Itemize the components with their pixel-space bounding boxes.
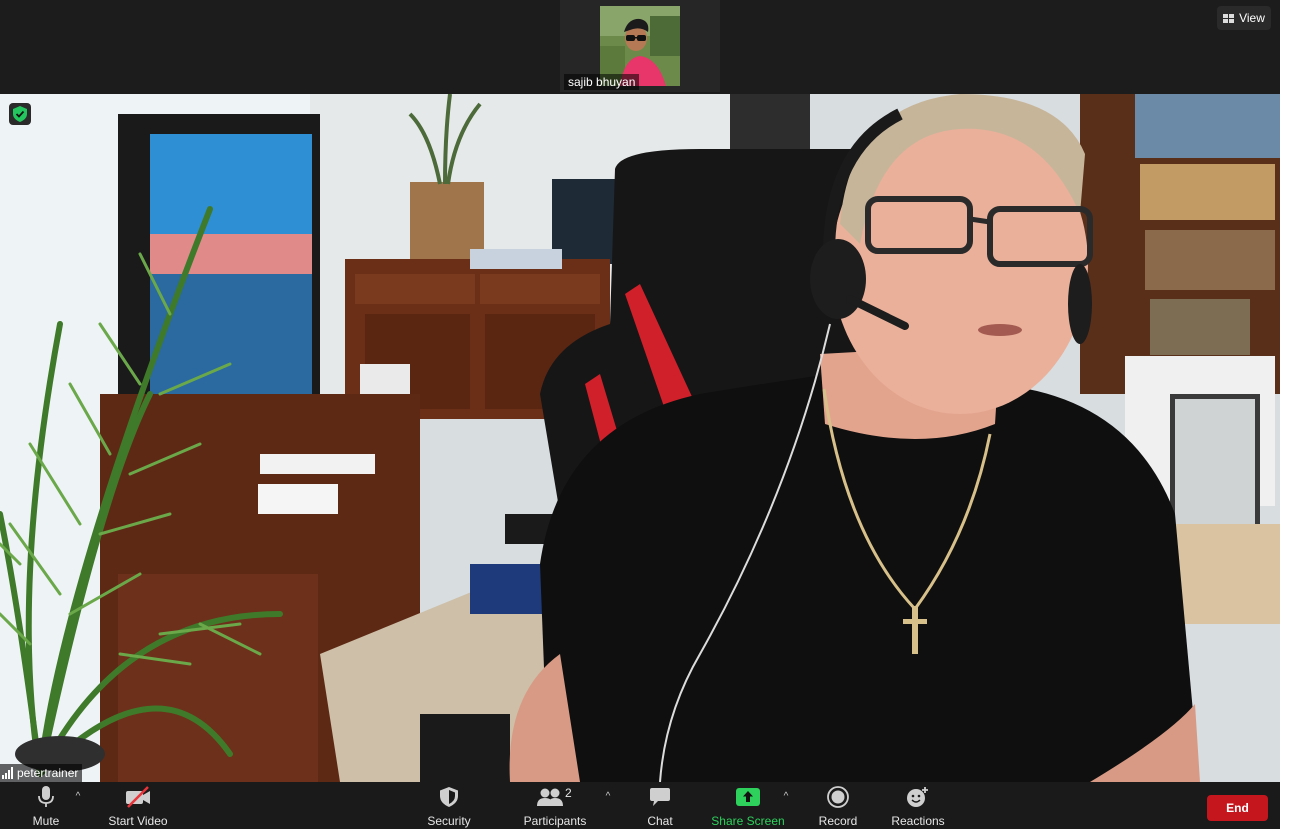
reactions-label: Reactions [891,814,945,828]
thumbnail-name: sajib bhuyan [564,74,640,90]
connection-signal-icon [2,767,13,779]
share-options-caret[interactable]: ^ [780,790,792,804]
view-label: View [1239,11,1265,25]
participants-button[interactable]: 2 Participants [520,782,590,829]
participants-options-caret[interactable]: ^ [602,790,614,804]
zoom-meeting-window: sajib bhuyan View petertrainer Mute ^ St… [0,0,1280,829]
shield-check-icon [13,106,27,122]
grid-icon [1223,13,1235,23]
mute-label: Mute [32,814,60,828]
audio-options-caret[interactable]: ^ [72,790,84,804]
meeting-toolbar: Mute ^ Start Video Security 2 Participan… [0,782,1280,829]
record-button[interactable]: Record [815,782,861,829]
participants-icon [537,788,563,806]
shield-icon [440,787,458,807]
participant-thumbnail[interactable]: sajib bhuyan [560,0,720,92]
share-screen-button[interactable]: Share Screen [711,782,785,829]
chat-label: Chat [647,814,673,828]
record-icon [827,786,849,808]
security-button[interactable]: Security [424,782,474,829]
start-video-label: Start Video [108,814,168,828]
video-frame [0,94,1280,782]
video-off-icon [126,786,150,808]
main-video-feed: petertrainer [0,94,1280,782]
microphone-icon [38,786,54,807]
reactions-button[interactable]: Reactions [890,782,946,829]
view-button[interactable]: View [1217,6,1271,30]
top-strip: sajib bhuyan View [0,0,1280,94]
reactions-smiley-icon [907,787,928,807]
participants-count: 2 [565,786,572,800]
share-screen-icon [736,788,760,806]
chat-bubble-icon [650,788,670,806]
participant-name: petertrainer [17,766,79,780]
record-label: Record [818,814,858,828]
start-video-button[interactable]: Start Video [105,782,171,829]
participant-name-tag: petertrainer [0,764,83,782]
share-screen-label: Share Screen [711,814,785,828]
security-label: Security [427,814,471,828]
end-meeting-button[interactable]: End [1207,795,1268,821]
participants-label: Participants [523,814,587,828]
encryption-shield-badge[interactable] [9,103,31,125]
chat-button[interactable]: Chat [640,782,680,829]
mute-button[interactable]: Mute [26,782,66,829]
